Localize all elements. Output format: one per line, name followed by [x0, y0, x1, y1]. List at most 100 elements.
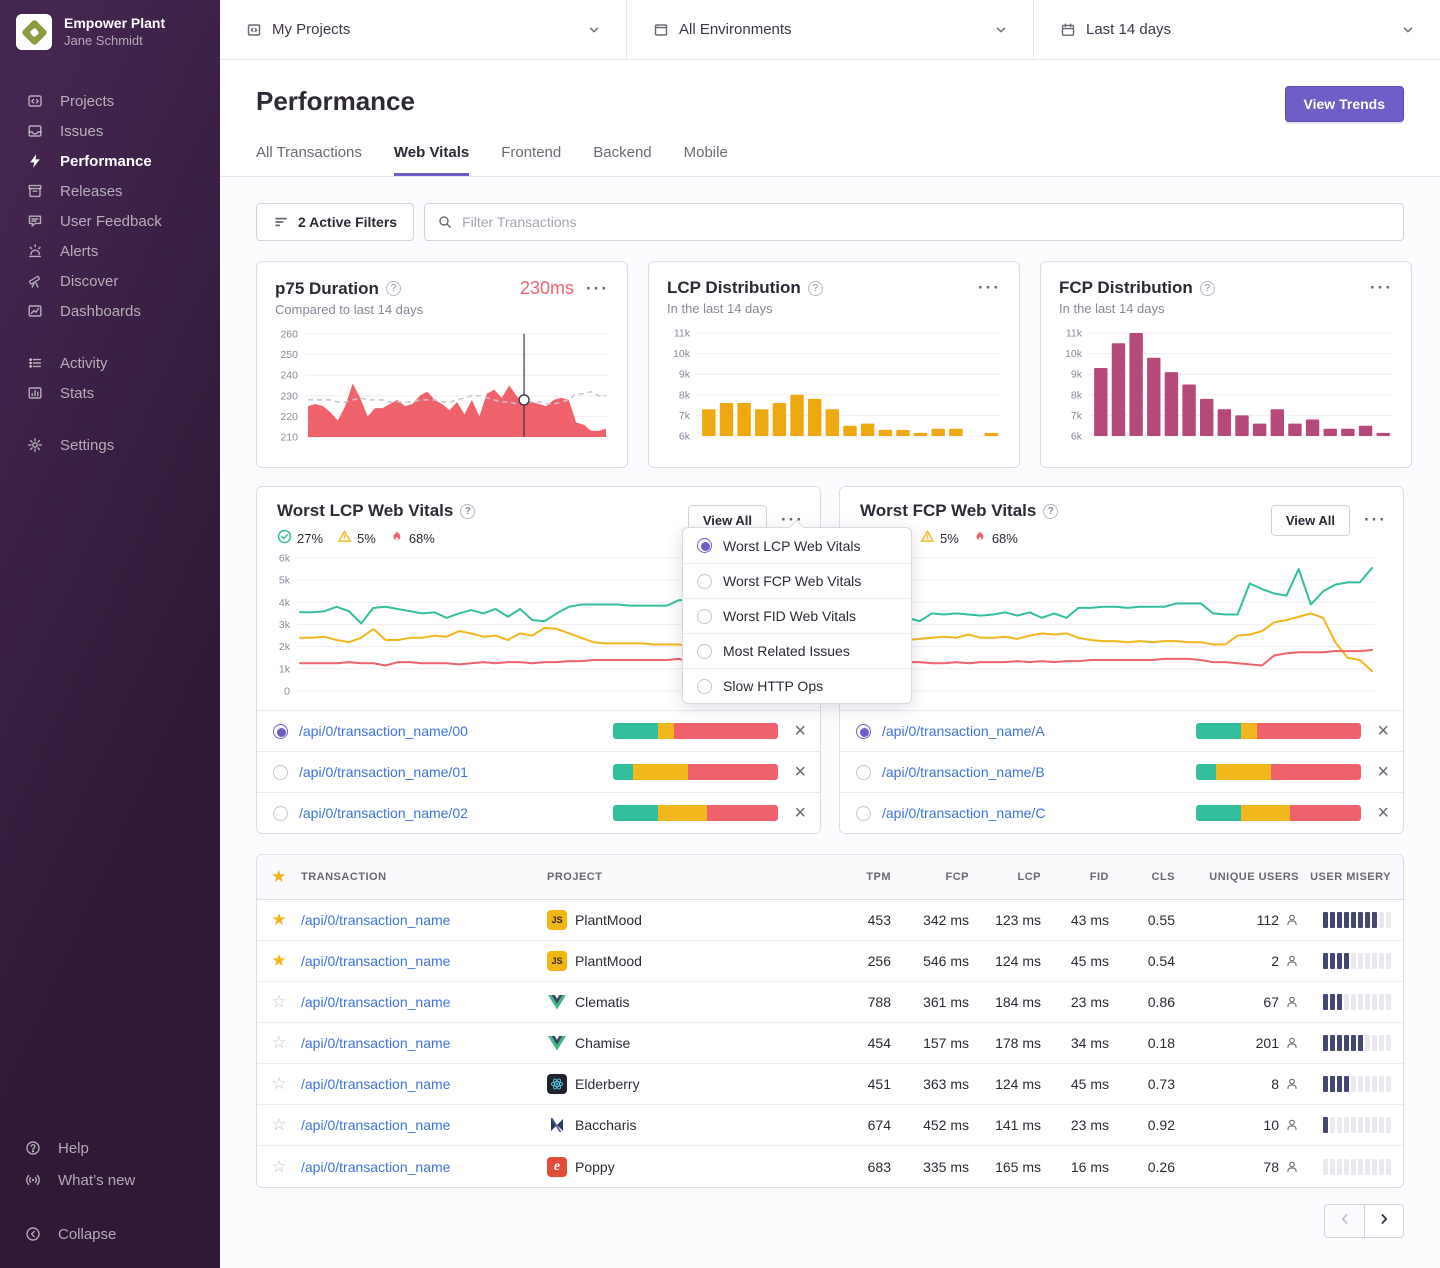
transaction-link[interactable]: /api/0/transaction_name/C	[882, 805, 1196, 821]
help-icon[interactable]: ?	[1200, 281, 1215, 296]
transaction-link[interactable]: /api/0/transaction_name	[301, 994, 450, 1010]
svg-text:6k: 6k	[1071, 431, 1083, 443]
sidebar-item-performance[interactable]: Performance	[0, 146, 220, 176]
project-name[interactable]: Elderberry	[575, 1076, 640, 1092]
star-icon[interactable]: ★	[271, 910, 286, 929]
radio-button[interactable]	[273, 724, 288, 739]
star-icon[interactable]: ☆	[271, 1074, 286, 1093]
fid-value: 43 ms	[1047, 912, 1115, 928]
close-icon[interactable]: ×	[794, 806, 806, 820]
date-filter-dropdown[interactable]: Last 14 days	[1033, 0, 1440, 59]
transaction-link[interactable]: /api/0/transaction_name	[301, 1159, 450, 1175]
help-icon[interactable]: ?	[386, 281, 401, 296]
prev-page-button[interactable]	[1325, 1205, 1364, 1237]
star-column-icon[interactable]: ★	[271, 867, 287, 886]
radio-button[interactable]	[856, 765, 871, 780]
environment-filter-dropdown[interactable]: All Environments	[626, 0, 1033, 59]
menu-item-slow-http-ops[interactable]: Slow HTTP Ops	[683, 668, 911, 703]
menu-item-worst-fid[interactable]: Worst FID Web Vitals	[683, 598, 911, 633]
transaction-link[interactable]: /api/0/transaction_name	[301, 1035, 450, 1051]
lcp-distribution-card: LCP Distribution ? ··· In the last 14 da…	[648, 261, 1020, 468]
active-filters-button[interactable]: 2 Active Filters	[256, 203, 414, 241]
radio-button[interactable]	[273, 806, 288, 821]
sidebar-item-projects[interactable]: Projects	[0, 86, 220, 116]
transaction-link[interactable]: /api/0/transaction_name	[301, 912, 450, 928]
sidebar-item-whats-new[interactable]: What’s new	[0, 1164, 220, 1196]
card-menu-button[interactable]: ···	[586, 284, 609, 294]
view-all-button[interactable]: View All	[1271, 505, 1350, 536]
next-page-button[interactable]	[1364, 1205, 1403, 1237]
star-icon[interactable]: ☆	[271, 992, 286, 1011]
sidebar-item-settings[interactable]: Settings	[0, 430, 220, 460]
transaction-link[interactable]: /api/0/transaction_name	[301, 1117, 450, 1133]
cls-value: 0.26	[1115, 1159, 1181, 1175]
tab-all-transactions[interactable]: All Transactions	[256, 144, 362, 176]
close-icon[interactable]: ×	[1377, 806, 1389, 820]
date-filter-label: Last 14 days	[1086, 21, 1171, 38]
card-subtitle: In the last 14 days	[1059, 301, 1393, 316]
close-icon[interactable]: ×	[1377, 724, 1389, 738]
sidebar-item-discover[interactable]: Discover	[0, 266, 220, 296]
project-filter-dropdown[interactable]: My Projects	[220, 0, 626, 59]
tab-backend[interactable]: Backend	[593, 144, 651, 176]
org-switcher[interactable]: Empower Plant Jane Schmidt	[0, 0, 220, 60]
project-name[interactable]: PlantMood	[575, 912, 642, 928]
tab-bar: All Transactions Web Vitals Frontend Bac…	[256, 144, 1404, 176]
star-icon[interactable]: ☆	[271, 1115, 286, 1134]
sidebar-item-dashboards[interactable]: Dashboards	[0, 296, 220, 326]
star-icon[interactable]: ★	[271, 951, 286, 970]
card-menu-button[interactable]: ···	[1364, 515, 1387, 525]
sidebar-item-stats[interactable]: Stats	[0, 378, 220, 408]
sidebar-item-label: Collapse	[58, 1226, 116, 1243]
sidebar-item-activity[interactable]: Activity	[0, 348, 220, 378]
help-circle-icon	[24, 1139, 42, 1157]
tab-frontend[interactable]: Frontend	[501, 144, 561, 176]
sidebar-item-releases[interactable]: Releases	[0, 176, 220, 206]
transaction-link[interactable]: /api/0/transaction_name	[301, 953, 450, 969]
cls-value: 0.73	[1115, 1076, 1181, 1092]
view-trends-button[interactable]: View Trends	[1285, 86, 1404, 122]
help-icon[interactable]: ?	[808, 281, 823, 296]
radio-button[interactable]	[273, 765, 288, 780]
project-name[interactable]: Chamise	[575, 1035, 630, 1051]
close-icon[interactable]: ×	[794, 724, 806, 738]
unique-users-value: 78	[1263, 1159, 1279, 1175]
project-name[interactable]: Poppy	[575, 1159, 615, 1175]
project-name[interactable]: Clematis	[575, 994, 629, 1010]
help-icon[interactable]: ?	[460, 504, 475, 519]
sidebar-item-user-feedback[interactable]: User Feedback	[0, 206, 220, 236]
star-icon[interactable]: ☆	[271, 1033, 286, 1052]
releases-icon	[26, 182, 44, 200]
transaction-link[interactable]: /api/0/transaction_name/02	[299, 805, 613, 821]
card-menu-button[interactable]: ···	[1370, 283, 1393, 293]
menu-item-worst-lcp[interactable]: Worst LCP Web Vitals	[683, 528, 911, 563]
fid-value: 23 ms	[1047, 1117, 1115, 1133]
transaction-link[interactable]: /api/0/transaction_name/A	[882, 723, 1196, 739]
transaction-link[interactable]: /api/0/transaction_name	[301, 1076, 450, 1092]
star-icon[interactable]: ☆	[271, 1157, 286, 1176]
svg-text:0: 0	[284, 686, 290, 698]
sidebar-item-collapse[interactable]: Collapse	[0, 1218, 220, 1250]
project-name[interactable]: Baccharis	[575, 1117, 636, 1133]
transaction-link[interactable]: /api/0/transaction_name/00	[299, 723, 613, 739]
radio-button[interactable]	[856, 724, 871, 739]
menu-item-most-related-issues[interactable]: Most Related Issues	[683, 633, 911, 668]
menu-item-worst-fcp[interactable]: Worst FCP Web Vitals	[683, 563, 911, 598]
search-input[interactable]	[462, 214, 1391, 230]
help-icon[interactable]: ?	[1043, 504, 1058, 519]
card-menu-button[interactable]: ···	[978, 283, 1001, 293]
transaction-link[interactable]: /api/0/transaction_name/B	[882, 764, 1196, 780]
tab-mobile[interactable]: Mobile	[684, 144, 728, 176]
close-icon[interactable]: ×	[794, 765, 806, 779]
tab-web-vitals[interactable]: Web Vitals	[394, 144, 469, 176]
sidebar-item-help[interactable]: Help	[0, 1132, 220, 1164]
transaction-link[interactable]: /api/0/transaction_name/01	[299, 764, 613, 780]
radio-button[interactable]	[856, 806, 871, 821]
svg-text:11k: 11k	[674, 328, 691, 340]
sidebar-item-issues[interactable]: Issues	[0, 116, 220, 146]
sidebar-item-alerts[interactable]: Alerts	[0, 236, 220, 266]
project-name[interactable]: PlantMood	[575, 953, 642, 969]
close-icon[interactable]: ×	[1377, 765, 1389, 779]
fire-icon	[973, 529, 987, 547]
vitals-distribution-bar	[613, 764, 778, 780]
